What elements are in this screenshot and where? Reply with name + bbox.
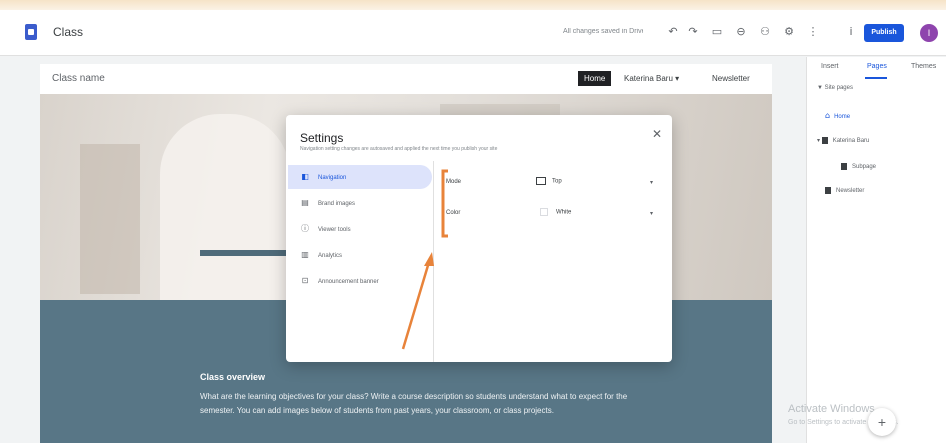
site-header: Class name Home Katerina Baru ▾ Newslett…	[40, 64, 772, 94]
mode-value: Top	[552, 178, 562, 185]
settings-title: Settings	[300, 131, 344, 145]
more-icon[interactable]: ⋮	[804, 23, 822, 41]
color-swatch	[540, 208, 548, 216]
settings-nav-label: Announcement banner	[318, 279, 379, 285]
close-icon[interactable]: ✕	[652, 127, 662, 141]
nav-newsletter[interactable]: Newsletter	[712, 74, 750, 83]
page-item-subpage[interactable]: Subpage	[841, 163, 876, 170]
editor-toolbar: Class All changes saved in Drive ↶ ↷ ▭ ⊖…	[0, 10, 946, 56]
color-value: White	[556, 209, 572, 216]
redo-icon[interactable]: ↷	[684, 23, 702, 41]
page-item-katerina[interactable]: ▾ Katerina Baru	[817, 137, 869, 144]
settings-subtitle: Navigation setting changes are autosaved…	[300, 146, 498, 152]
settings-nav-label: Brand images	[318, 201, 356, 207]
chevron-down-icon[interactable]: ▾	[650, 210, 653, 217]
color-label: Color	[446, 210, 461, 216]
overview-title: Class overview	[200, 372, 266, 382]
tab-pages[interactable]: Pages	[867, 63, 887, 70]
sites-logo-icon	[25, 24, 37, 40]
preview-icon[interactable]: ▭	[708, 23, 726, 41]
nav-katerina-label: Katerina Baru	[624, 74, 673, 83]
share-icon[interactable]: ⚇	[756, 23, 774, 41]
image-icon: ▤	[301, 198, 309, 207]
site-pages-label: Site pages	[824, 85, 853, 91]
page-label: Newsletter	[836, 188, 865, 195]
settings-nav-label: Viewer tools	[318, 227, 351, 233]
page-icon	[841, 163, 847, 170]
nav-katerina-baru[interactable]: Katerina Baru ▾	[624, 74, 679, 83]
pages-side-panel: Insert Pages Themes ▼ Site pages ⌂ Home ▾…	[806, 57, 946, 443]
settings-gear-icon[interactable]: ⚙	[780, 23, 798, 41]
analytics-icon: ▥	[301, 250, 309, 259]
chevron-down-icon[interactable]: ▾	[650, 179, 653, 186]
account-avatar[interactable]: I	[920, 24, 938, 42]
saved-status: All changes saved in Drive	[563, 28, 643, 35]
help-icon[interactable]: ⅰ	[842, 23, 860, 41]
top-strip	[0, 0, 946, 10]
settings-dialog: Settings Navigation setting changes are …	[286, 115, 672, 362]
hero-shape	[80, 144, 140, 294]
site-name[interactable]: Class name	[52, 73, 105, 84]
banner-icon: ⊡	[301, 276, 309, 285]
info-icon: ⓘ	[301, 224, 309, 233]
mode-label: Mode	[446, 179, 462, 185]
site-pages-header[interactable]: ▼ Site pages	[817, 85, 853, 91]
settings-nav: ◧ Navigation ▤ Brand images ⓘ Viewer tools …	[286, 161, 434, 362]
settings-nav-label: Navigation	[318, 175, 347, 181]
undo-icon[interactable]: ↶	[664, 23, 682, 41]
app-title[interactable]: Class	[53, 25, 83, 39]
page-item-home[interactable]: ⌂ Home	[825, 111, 850, 120]
overview-body: What are the learning objectives for you…	[200, 392, 628, 415]
color-select[interactable]: White	[540, 208, 571, 216]
home-icon: ⌂	[825, 111, 831, 120]
page-label: Katerina Baru	[832, 138, 870, 145]
navigation-icon: ◧	[301, 172, 309, 181]
active-tab-indicator	[865, 77, 887, 79]
publish-button[interactable]: Publish	[864, 24, 904, 42]
top-layout-icon	[536, 177, 546, 185]
nav-home[interactable]: Home	[578, 71, 612, 86]
page-item-newsletter[interactable]: Newsletter	[825, 187, 864, 194]
page-label: Home	[834, 114, 851, 120]
settings-nav-analytics[interactable]: ▥ Analytics	[288, 243, 432, 267]
activation-watermark-title: Activate Windows	[788, 403, 875, 415]
settings-nav-label: Analytics	[318, 253, 343, 259]
page-label: Subpage	[852, 164, 877, 171]
settings-nav-announcement[interactable]: ⊡ Announcement banner	[288, 269, 432, 293]
hero-title-bar	[200, 250, 290, 256]
tab-insert[interactable]: Insert	[821, 63, 839, 70]
hero-shape	[160, 114, 290, 304]
page-icon	[825, 187, 831, 194]
settings-nav-viewer-tools[interactable]: ⓘ Viewer tools	[288, 217, 432, 241]
settings-nav-brand-images[interactable]: ▤ Brand images	[288, 191, 432, 215]
settings-nav-navigation[interactable]: ◧ Navigation	[288, 165, 432, 189]
link-icon[interactable]: ⊖	[732, 23, 750, 41]
add-page-button[interactable]: +	[868, 408, 896, 436]
page-icon	[821, 137, 828, 144]
tab-themes[interactable]: Themes	[911, 63, 936, 70]
mode-select[interactable]: Top	[536, 177, 562, 185]
